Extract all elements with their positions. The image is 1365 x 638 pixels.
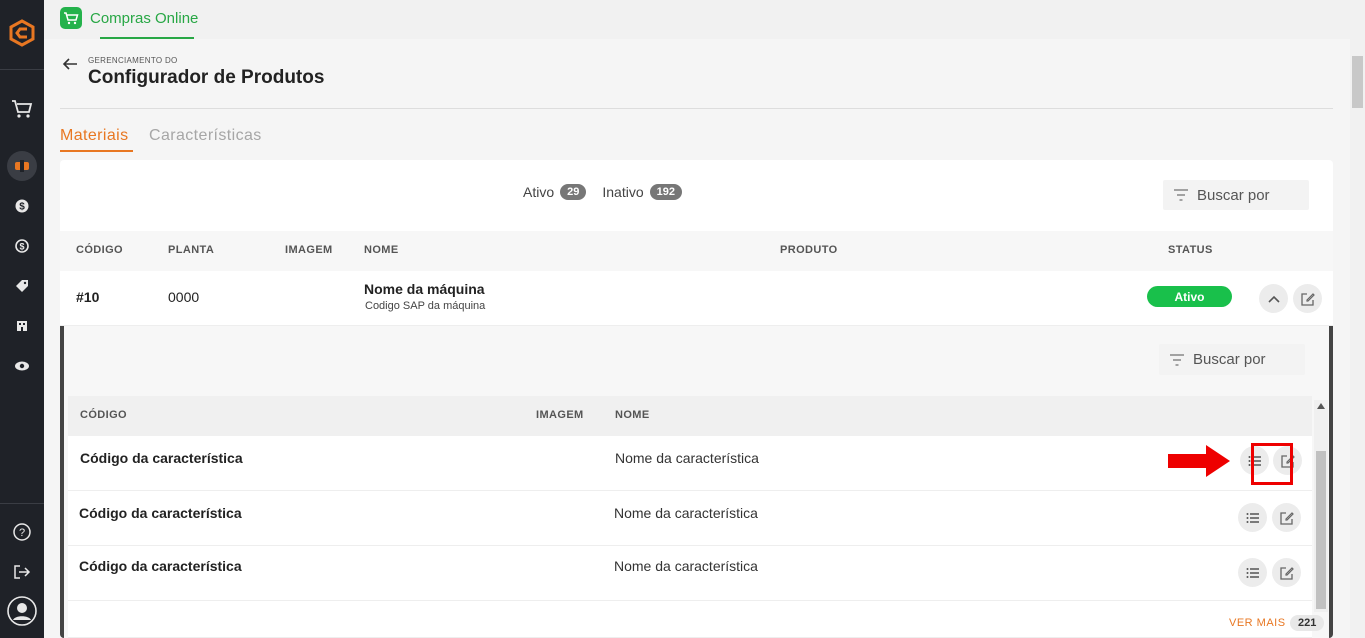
filter-active[interactable]: Ativo: [523, 184, 554, 200]
inner-col-codigo[interactable]: CÓDIGO: [80, 409, 127, 421]
edit-icon: [1279, 511, 1294, 525]
highlight-box-annotation: [1251, 443, 1293, 485]
inner-search-input[interactable]: Buscar por: [1159, 344, 1305, 375]
shopping-cart-icon: [60, 7, 82, 29]
col-produto[interactable]: PRODUTO: [780, 244, 838, 256]
col-planta[interactable]: PLANTA: [168, 244, 214, 256]
app-title: Compras Online: [90, 9, 199, 27]
characteristic-name: Nome da característica: [614, 505, 758, 521]
inner-table-header: CÓDIGO IMAGEM NOME: [68, 396, 1312, 436]
back-arrow-icon[interactable]: [62, 57, 78, 76]
scroll-up-icon[interactable]: [1317, 403, 1325, 409]
col-codigo[interactable]: CÓDIGO: [76, 244, 123, 256]
characteristic-code: Código da característica: [79, 505, 242, 521]
list-icon: [1246, 567, 1259, 578]
sidebar-divider: [0, 503, 44, 504]
characteristic-name: Nome da característica: [614, 558, 758, 574]
ver-mais-link[interactable]: VER MAIS: [1229, 617, 1286, 629]
list-values-button[interactable]: [1238, 558, 1267, 587]
total-count-badge: 221: [1290, 615, 1325, 631]
edit-icon: [1300, 292, 1315, 306]
breadcrumb: GERENCIAMENTO DO: [88, 56, 178, 65]
edit-button[interactable]: [1272, 558, 1301, 587]
table-row[interactable]: #10 0000 Nome da máquina Codigo SAP da m…: [60, 271, 1333, 326]
col-status[interactable]: STATUS: [1168, 244, 1213, 256]
app-tab-compras-online[interactable]: Compras Online: [60, 7, 198, 29]
sidebar: $ $ ?: [0, 0, 44, 638]
status-filters: Ativo 29 Inativo 192: [523, 184, 692, 200]
svg-text:$: $: [19, 202, 25, 213]
collapse-button[interactable]: [1259, 284, 1288, 313]
building-icon[interactable]: [0, 312, 44, 340]
top-bar: Compras Online: [44, 0, 1365, 39]
tab-caracteristicas[interactable]: Características: [149, 127, 262, 145]
row-sap-code: Codigo SAP da máquina: [365, 300, 486, 312]
materials-card: Ativo 29 Inativo 192 Buscar por CÓDIGO P…: [60, 160, 1333, 638]
sidebar-divider: [0, 69, 44, 70]
page-scrollbar-thumb[interactable]: [1352, 56, 1363, 108]
expanded-characteristics-panel: Buscar por CÓDIGO IMAGEM NOME Código da …: [60, 326, 1333, 638]
main-content: GERENCIAMENTO DO Configurador de Produto…: [44, 39, 1350, 638]
status-badge: Ativo: [1147, 286, 1232, 307]
list-icon: [1246, 512, 1259, 523]
edit-icon: [1279, 566, 1294, 580]
inner-col-nome[interactable]: NOME: [615, 409, 650, 421]
tab-materiais[interactable]: Materiais: [60, 127, 129, 145]
list-item[interactable]: Código da característica Nome da caracte…: [68, 491, 1312, 546]
dollar-icon[interactable]: $: [0, 192, 44, 220]
list-item[interactable]: [68, 601, 1312, 638]
chevron-up-icon: [1267, 295, 1280, 303]
svg-text:?: ?: [19, 527, 25, 539]
help-icon[interactable]: ?: [0, 518, 44, 546]
tag-icon[interactable]: [0, 272, 44, 300]
filter-icon: [1174, 189, 1188, 201]
col-nome[interactable]: NOME: [364, 244, 399, 256]
cart-icon[interactable]: [0, 95, 44, 123]
search-input[interactable]: Buscar por: [1163, 180, 1309, 210]
logout-icon[interactable]: [0, 558, 44, 586]
page-title: Configurador de Produtos: [88, 67, 325, 88]
svg-text:$: $: [19, 242, 24, 252]
edit-button[interactable]: [1272, 503, 1301, 532]
inner-scrollbar-thumb[interactable]: [1316, 451, 1326, 609]
characteristic-code: Código da característica: [79, 558, 242, 574]
red-arrow-annotation: [1168, 445, 1230, 477]
filter-inactive[interactable]: Inativo: [602, 184, 643, 200]
company-logo[interactable]: [8, 19, 36, 47]
active-count-badge: 29: [560, 184, 587, 200]
row-code: #10: [76, 289, 100, 305]
page-scrollbar[interactable]: [1350, 39, 1365, 638]
product-config-icon[interactable]: [0, 152, 44, 180]
table-header: CÓDIGO PLANTA IMAGEM NOME PRODUTO STATUS: [60, 231, 1333, 271]
filter-icon: [1170, 353, 1184, 366]
active-tab-underline: [60, 150, 133, 152]
inner-search-placeholder: Buscar por: [1193, 351, 1266, 368]
characteristic-code: Código da característica: [80, 450, 243, 466]
row-name: Nome da máquina: [364, 281, 485, 297]
col-imagem: IMAGEM: [285, 244, 333, 256]
row-plant: 0000: [168, 289, 200, 305]
edit-button[interactable]: [1293, 284, 1322, 313]
characteristic-name: Nome da característica: [615, 450, 759, 466]
inactive-count-badge: 192: [649, 184, 682, 200]
search-placeholder: Buscar por: [1197, 186, 1270, 204]
exchange-icon[interactable]: $: [0, 232, 44, 260]
eye-icon[interactable]: [0, 352, 44, 380]
user-avatar-icon[interactable]: [0, 596, 44, 626]
list-item[interactable]: Código da característica Nome da caracte…: [68, 546, 1312, 601]
header-divider: [60, 108, 1333, 109]
list-item[interactable]: Código da característica Nome da caracte…: [68, 436, 1312, 491]
list-values-button[interactable]: [1238, 503, 1267, 532]
inner-col-imagem: IMAGEM: [536, 409, 584, 421]
